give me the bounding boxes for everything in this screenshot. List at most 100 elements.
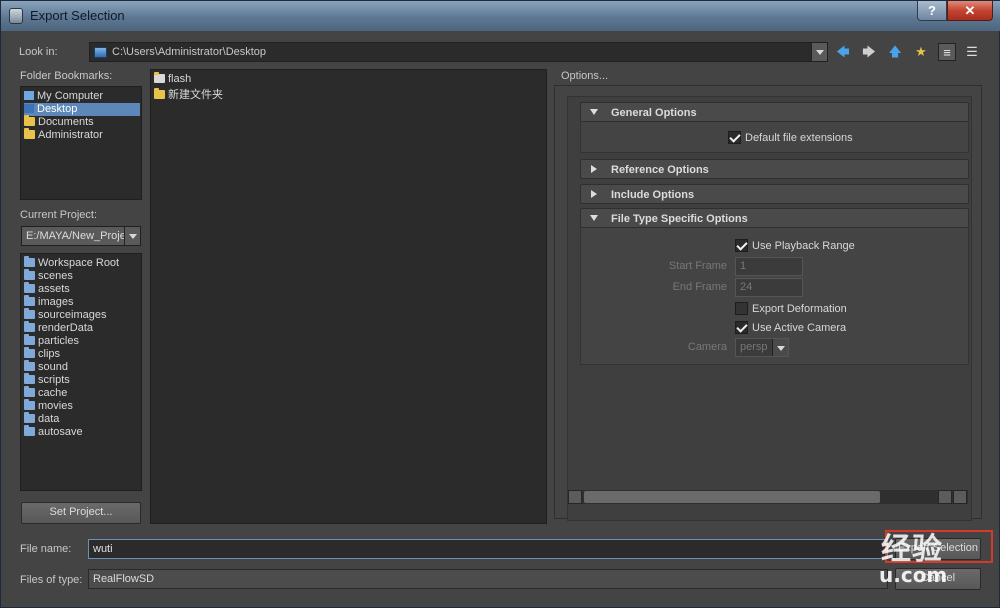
project-folder[interactable]: clips <box>24 347 60 361</box>
files-of-type-combo[interactable]: RealFlowSD <box>88 569 888 589</box>
look-in-path: C:\Users\Administrator\Desktop <box>112 46 267 58</box>
collapse-arrow-icon <box>591 190 597 198</box>
project-folder[interactable]: particles <box>24 334 79 348</box>
bookmarks-label: Folder Bookmarks: <box>20 70 113 82</box>
back-arrow-icon[interactable]: 🡄 <box>834 43 852 61</box>
folder-icon <box>24 360 35 371</box>
default-file-extensions-label: Default file extensions <box>745 132 853 144</box>
include-options-header[interactable]: Include Options <box>580 184 969 204</box>
current-project-combo[interactable]: E:/MAYA/New_Proje <box>21 226 141 246</box>
file-name-input[interactable]: wuti <box>88 539 888 559</box>
file-name-label: File name: <box>20 543 72 555</box>
expand-arrow-icon <box>590 109 598 115</box>
folder-icon <box>24 269 35 280</box>
project-folder[interactable]: cache <box>24 386 67 400</box>
close-button[interactable]: ✕ <box>947 1 993 21</box>
bookmark-my-computer[interactable]: My Computer <box>24 90 103 103</box>
current-project-value: E:/MAYA/New_Proje <box>26 230 126 242</box>
project-folder-list: Workspace Root scenes assets images sour… <box>20 253 142 491</box>
chevron-down-icon[interactable] <box>811 43 827 61</box>
project-folder[interactable]: Workspace Root <box>24 256 119 270</box>
bookmarks-list: My Computer Desktop Documents Administra… <box>20 86 142 200</box>
camera-combo[interactable]: persp <box>735 338 789 357</box>
scrollbar-thumb[interactable] <box>584 491 880 503</box>
project-folder[interactable]: autosave <box>24 425 83 439</box>
options-horizontal-scrollbar[interactable] <box>568 490 968 504</box>
start-frame-label: Start Frame <box>668 260 727 272</box>
scroll-right-icon[interactable] <box>953 490 967 504</box>
scroll-left-icon[interactable] <box>938 490 952 504</box>
folder-icon <box>24 256 35 267</box>
end-frame-field[interactable]: 24 <box>735 278 803 297</box>
bookmark-administrator[interactable]: Administrator <box>24 128 103 142</box>
look-in-combo[interactable]: C:\Users\Administrator\Desktop <box>89 42 828 62</box>
export-selection-dialog: Export Selection ? ✕ Look in: C:\Users\A… <box>0 0 1000 608</box>
project-folder[interactable]: assets <box>24 282 70 296</box>
collapse-arrow-icon <box>591 165 597 173</box>
new-folder-icon[interactable]: ★ <box>912 43 930 61</box>
general-options-body: Default file extensions <box>580 122 969 153</box>
watermark-text: u.com <box>879 563 948 587</box>
project-folder[interactable]: scenes <box>24 269 73 283</box>
files-of-type-label: Files of type: <box>20 574 83 586</box>
desktop-icon <box>24 104 34 113</box>
folder-icon <box>24 373 35 384</box>
folder-icon <box>24 347 35 358</box>
project-folder[interactable]: scripts <box>24 373 70 387</box>
folder-icon <box>154 88 165 99</box>
use-playback-range-label: Use Playback Range <box>752 240 855 252</box>
camera-value: persp <box>740 341 768 353</box>
folder-icon <box>24 399 35 410</box>
export-deformation-label: Export Deformation <box>752 303 847 315</box>
help-button[interactable]: ? <box>917 1 947 21</box>
use-active-camera-checkbox[interactable] <box>735 321 748 334</box>
project-folder[interactable]: data <box>24 412 59 426</box>
computer-icon <box>94 47 107 58</box>
forward-arrow-icon[interactable]: 🡆 <box>860 43 878 61</box>
project-folder[interactable]: sound <box>24 360 68 374</box>
camera-label: Camera <box>687 341 727 353</box>
computer-icon <box>24 91 34 100</box>
file-type-options-header[interactable]: File Type Specific Options <box>580 208 969 228</box>
project-folder[interactable]: movies <box>24 399 73 413</box>
folder-icon <box>24 425 35 436</box>
chevron-down-icon[interactable] <box>124 227 140 245</box>
user-folder-icon <box>24 128 35 139</box>
title-bar: Export Selection ? ✕ <box>1 1 1000 31</box>
files-of-type-value: RealFlowSD <box>93 573 155 585</box>
file-item[interactable]: 新建文件夹 <box>154 88 223 102</box>
export-deformation-checkbox[interactable] <box>735 302 748 315</box>
file-type-options-body: Use Playback Range Start Frame 1 End Fra… <box>580 228 969 365</box>
folder-icon <box>24 412 35 423</box>
watermark-text: 经验 <box>881 532 943 567</box>
start-frame-field[interactable]: 1 <box>735 257 803 276</box>
file-item[interactable]: flash <box>154 72 191 86</box>
shortcut-folder-icon <box>154 72 165 83</box>
file-list: flash 新建文件夹 <box>150 69 547 524</box>
general-options-header[interactable]: General Options <box>580 102 969 122</box>
folder-icon <box>24 115 35 126</box>
folder-icon <box>24 321 35 332</box>
expand-arrow-icon <box>590 215 598 221</box>
chevron-down-icon[interactable] <box>772 339 788 356</box>
look-in-label: Look in: <box>19 46 58 58</box>
current-project-label: Current Project: <box>20 209 98 221</box>
dialog-body: Look in: C:\Users\Administrator\Desktop … <box>8 31 994 603</box>
project-folder[interactable]: sourceimages <box>24 308 106 322</box>
use-active-camera-label: Use Active Camera <box>752 322 847 334</box>
use-playback-range-checkbox[interactable] <box>735 239 748 252</box>
list-view-icon[interactable]: ☰ <box>963 43 981 61</box>
reference-options-header[interactable]: Reference Options <box>580 159 969 179</box>
bookmark-desktop[interactable]: Desktop <box>24 103 140 116</box>
detail-view-icon[interactable]: ≡ <box>938 43 956 61</box>
up-folder-icon[interactable]: 🡅 <box>886 43 904 61</box>
folder-icon <box>24 295 35 306</box>
scroll-left-icon[interactable] <box>568 490 582 504</box>
end-frame-label: End Frame <box>672 281 727 293</box>
default-file-extensions-checkbox[interactable] <box>728 131 741 144</box>
set-project-button[interactable]: Set Project... <box>21 502 141 524</box>
options-label: Options... <box>561 70 609 82</box>
bookmark-documents[interactable]: Documents <box>24 115 94 129</box>
project-folder[interactable]: renderData <box>24 321 93 335</box>
project-folder[interactable]: images <box>24 295 73 309</box>
